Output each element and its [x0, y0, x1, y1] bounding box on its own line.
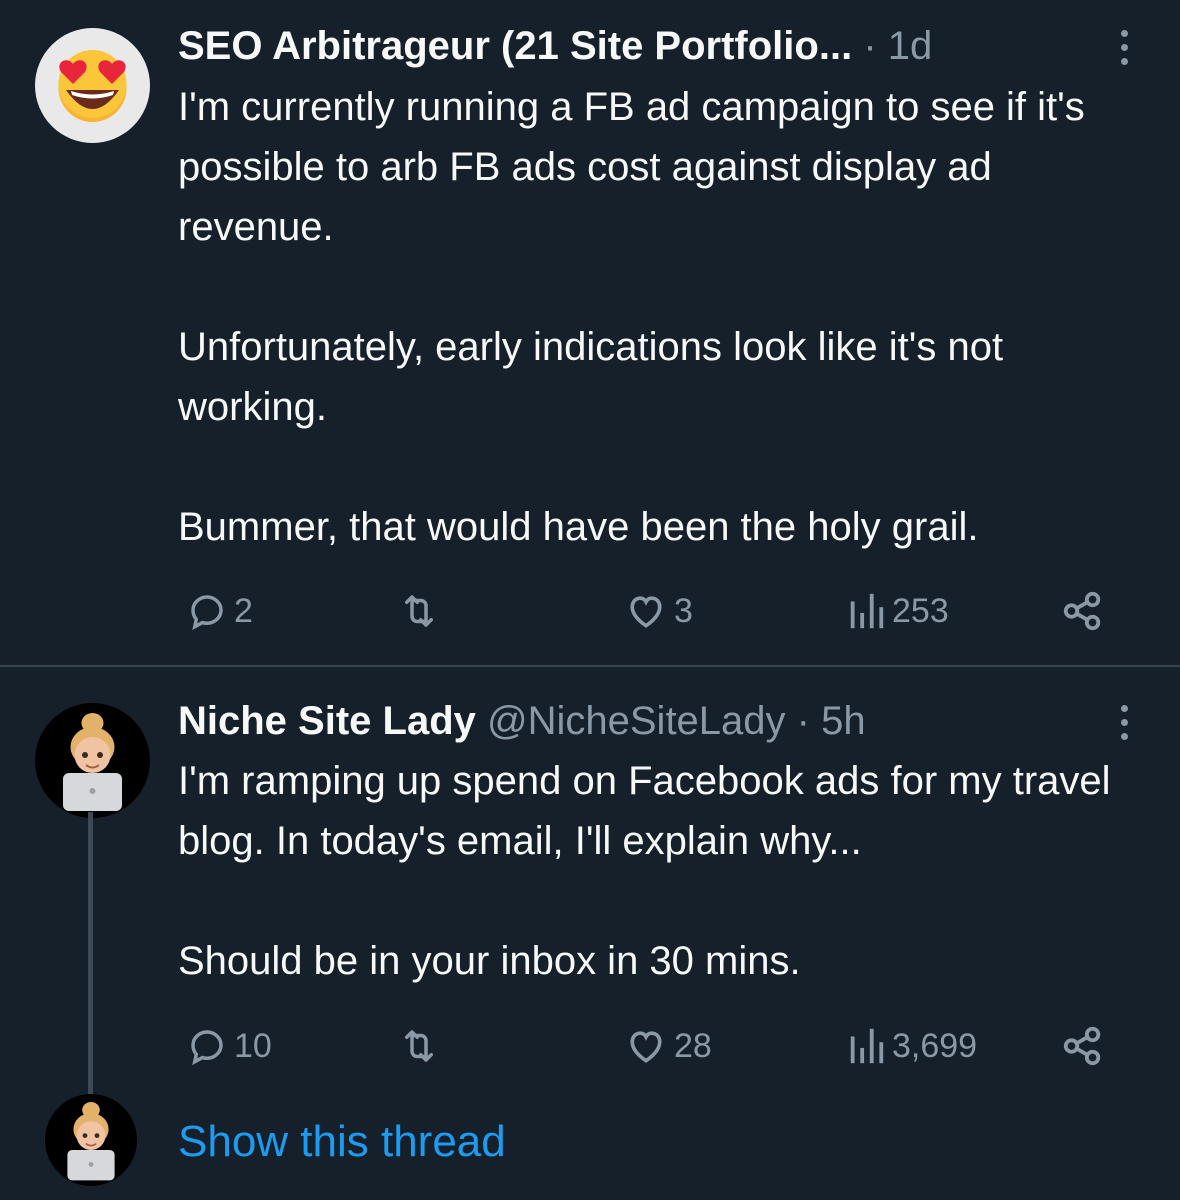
like-count: 28: [674, 1026, 712, 1065]
heart-icon: [630, 596, 662, 628]
retweet-icon: [405, 1030, 433, 1062]
view-count: 3,699: [892, 1026, 978, 1065]
retweet-icon: [405, 595, 433, 627]
show-thread-link[interactable]: Show this thread: [178, 1112, 506, 1172]
separator: ·: [796, 699, 810, 743]
reply-button[interactable]: 10: [186, 1021, 272, 1071]
tweet-seo-arbitrageur[interactable]: SEO Arbitrageur (21 Site Portfolio... · …: [0, 0, 1180, 665]
share-icon: [1063, 591, 1101, 631]
tweet-actions: 10 28 3,699: [0, 1021, 1180, 1071]
views-button[interactable]: 3,699: [846, 1021, 977, 1071]
tweet-header: SEO Arbitrageur (21 Site Portfolio... · …: [178, 22, 932, 70]
avatar[interactable]: [35, 703, 150, 818]
tweet-paragraph: Unfortunately, early indications look li…: [178, 325, 1004, 429]
heart-icon: [630, 1031, 662, 1063]
heart-eyes-emoji-icon: [58, 50, 127, 122]
share-button[interactable]: [1060, 1021, 1106, 1071]
avatar[interactable]: [45, 1094, 137, 1186]
separator: ·: [863, 24, 877, 68]
reply-icon: [191, 595, 223, 631]
retweet-button[interactable]: [398, 586, 446, 636]
more-options-icon[interactable]: [1114, 705, 1134, 740]
memoji-avatar-icon: [63, 713, 122, 811]
timestamp[interactable]: 5h: [821, 699, 866, 743]
timestamp[interactable]: 1d: [888, 24, 933, 68]
reply-count: 2: [234, 591, 253, 630]
views-button[interactable]: 253: [846, 586, 949, 636]
like-button[interactable]: 28: [624, 1021, 712, 1071]
like-count: 3: [674, 591, 693, 630]
retweet-button[interactable]: [398, 1021, 446, 1071]
tweet-text: I'm currently running a FB ad campaign t…: [178, 77, 1148, 557]
display-name[interactable]: SEO Arbitrageur (21 Site Portfolio...: [178, 24, 852, 68]
reply-button[interactable]: 2: [186, 586, 253, 636]
tweet-text: I'm ramping up spend on Facebook ads for…: [178, 751, 1148, 991]
display-name[interactable]: Niche Site Lady: [178, 699, 476, 743]
tweet-header: Niche Site Lady @NicheSiteLady · 5h: [178, 697, 866, 745]
more-options-icon[interactable]: [1114, 30, 1134, 65]
avatar[interactable]: [35, 28, 150, 143]
view-count: 253: [892, 591, 949, 630]
tweet-paragraph: Should be in your inbox in 30 mins.: [178, 939, 801, 983]
analytics-icon: [850, 1028, 884, 1064]
reply-icon: [191, 1030, 223, 1066]
share-button[interactable]: [1060, 586, 1106, 636]
analytics-icon: [850, 593, 884, 629]
thread-connector-line: [88, 812, 93, 1102]
handle[interactable]: @NicheSiteLady: [487, 699, 786, 743]
like-button[interactable]: 3: [624, 586, 693, 636]
tweet-paragraph: I'm currently running a FB ad campaign t…: [178, 85, 1085, 249]
memoji-avatar-icon: [67, 1102, 115, 1181]
share-icon: [1063, 1026, 1101, 1066]
tweet-paragraph: I'm ramping up spend on Facebook ads for…: [178, 759, 1111, 863]
tweet-actions: 2 3 253: [0, 586, 1180, 636]
tweet-paragraph: Bummer, that would have been the holy gr…: [178, 505, 979, 549]
reply-count: 10: [234, 1026, 272, 1065]
tweet-niche-site-lady[interactable]: Niche Site Lady @NicheSiteLady · 5h I'm …: [0, 667, 1180, 1200]
